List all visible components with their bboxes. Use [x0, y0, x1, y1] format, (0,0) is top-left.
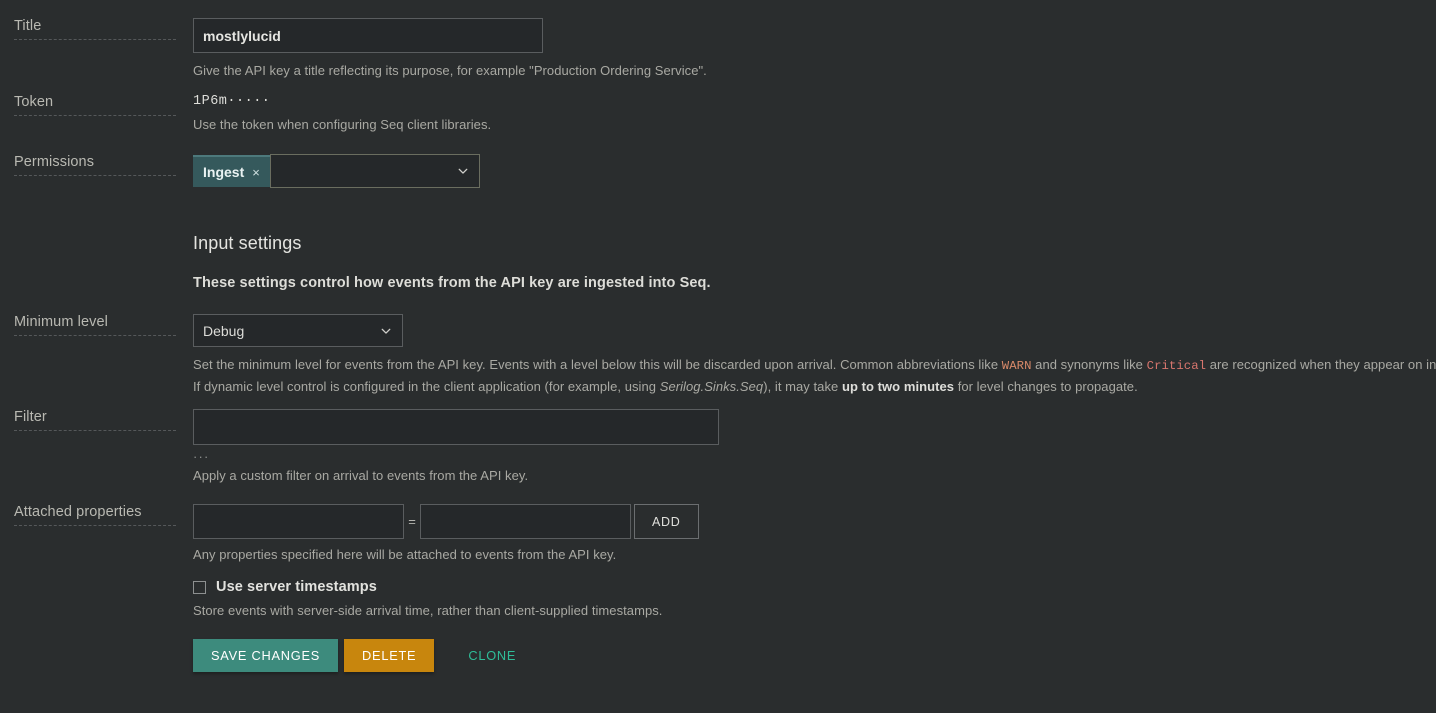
token-label: Token: [14, 94, 176, 116]
server-timestamps-help-text: Store events with server-side arrival ti…: [193, 603, 663, 618]
attached-properties-label: Attached properties: [14, 504, 176, 526]
attached-properties-help-text: Any properties specified here will be at…: [193, 547, 617, 562]
permissions-control: Ingest ×: [193, 154, 480, 188]
help-text-part: ), it may take: [763, 379, 842, 394]
property-value-input[interactable]: [420, 504, 631, 539]
action-buttons-group: SAVE CHANGES DELETE CLONE: [193, 639, 534, 672]
code-token-warn: WARN: [1001, 359, 1032, 373]
server-timestamps-label: Use server timestamps: [216, 579, 377, 595]
permissions-field-group: Ingest ×: [193, 154, 480, 188]
input-settings-intro: These settings control how events from t…: [193, 275, 711, 291]
equals-sign: =: [408, 514, 416, 529]
filter-field-group: ··· Apply a custom filter on arrival to …: [193, 409, 719, 485]
minimum-level-help-line-1: Set the minimum level for events from th…: [193, 356, 1436, 375]
minimum-level-value: Debug: [203, 322, 245, 339]
token-help-text: Use the token when configuring Seq clien…: [193, 117, 492, 132]
server-timestamps-group: Use server timestamps Store events with …: [193, 579, 662, 620]
clone-button[interactable]: CLONE: [450, 639, 534, 672]
code-token-critical: Critical: [1146, 359, 1207, 373]
minimum-level-select[interactable]: Debug: [193, 314, 403, 347]
add-property-button[interactable]: ADD: [634, 504, 699, 539]
token-field-group: 1P6m····· Use the token when configuring…: [193, 94, 491, 134]
help-text-part: and synonyms like: [1031, 357, 1147, 372]
help-text-part: for level changes to propagate.: [954, 379, 1138, 394]
save-changes-button[interactable]: SAVE CHANGES: [193, 639, 339, 672]
filter-help-text: Apply a custom filter on arrival to even…: [193, 468, 529, 483]
package-name: Serilog.Sinks.Seq: [659, 379, 764, 394]
delete-button[interactable]: DELETE: [344, 639, 435, 672]
permission-chip-label: Ingest: [203, 164, 245, 180]
permissions-select[interactable]: [269, 154, 480, 188]
property-name-input[interactable]: [193, 504, 404, 539]
title-field-group: Give the API key a title reflecting its …: [193, 18, 707, 80]
checkbox-icon[interactable]: [193, 580, 206, 594]
permissions-label: Permissions: [14, 154, 176, 176]
title-help-text: Give the API key a title reflecting its …: [193, 63, 707, 78]
emphasis-text: up to two minutes: [841, 379, 955, 394]
help-text-part: Set the minimum level for events from th…: [193, 357, 1002, 372]
help-text-part: If dynamic level control is configured i…: [193, 379, 660, 394]
chevron-down-icon: [458, 168, 468, 174]
action-buttons: SAVE CHANGES DELETE CLONE: [193, 639, 534, 672]
filter-input[interactable]: [193, 409, 719, 445]
minimum-level-help-line-2: If dynamic level control is configured i…: [193, 378, 1436, 396]
chevron-down-icon: [381, 328, 391, 334]
attached-properties-field-group: = ADD Any properties specified here will…: [193, 504, 699, 564]
help-text-part: are recognized when they appear on incom…: [1209, 357, 1436, 372]
input-settings-heading: Input settings: [193, 233, 302, 253]
attached-properties-control: = ADD: [193, 504, 699, 539]
filter-ellipsis-hint: ···: [193, 449, 210, 464]
minimum-level-field-group: Debug Set the minimum level for events f…: [193, 314, 1436, 396]
api-key-settings-page: Title Give the API key a title reflectin…: [0, 0, 1436, 713]
close-icon[interactable]: ×: [252, 165, 260, 180]
title-input[interactable]: [193, 18, 543, 53]
input-settings-group: Input settings These settings control ho…: [193, 233, 711, 291]
filter-label: Filter: [14, 409, 176, 431]
permission-chip-ingest[interactable]: Ingest ×: [193, 155, 270, 187]
token-value: 1P6m·····: [193, 94, 271, 109]
title-label: Title: [14, 18, 176, 40]
minimum-level-label: Minimum level: [14, 314, 176, 336]
server-timestamps-checkbox-row[interactable]: Use server timestamps: [193, 579, 662, 595]
